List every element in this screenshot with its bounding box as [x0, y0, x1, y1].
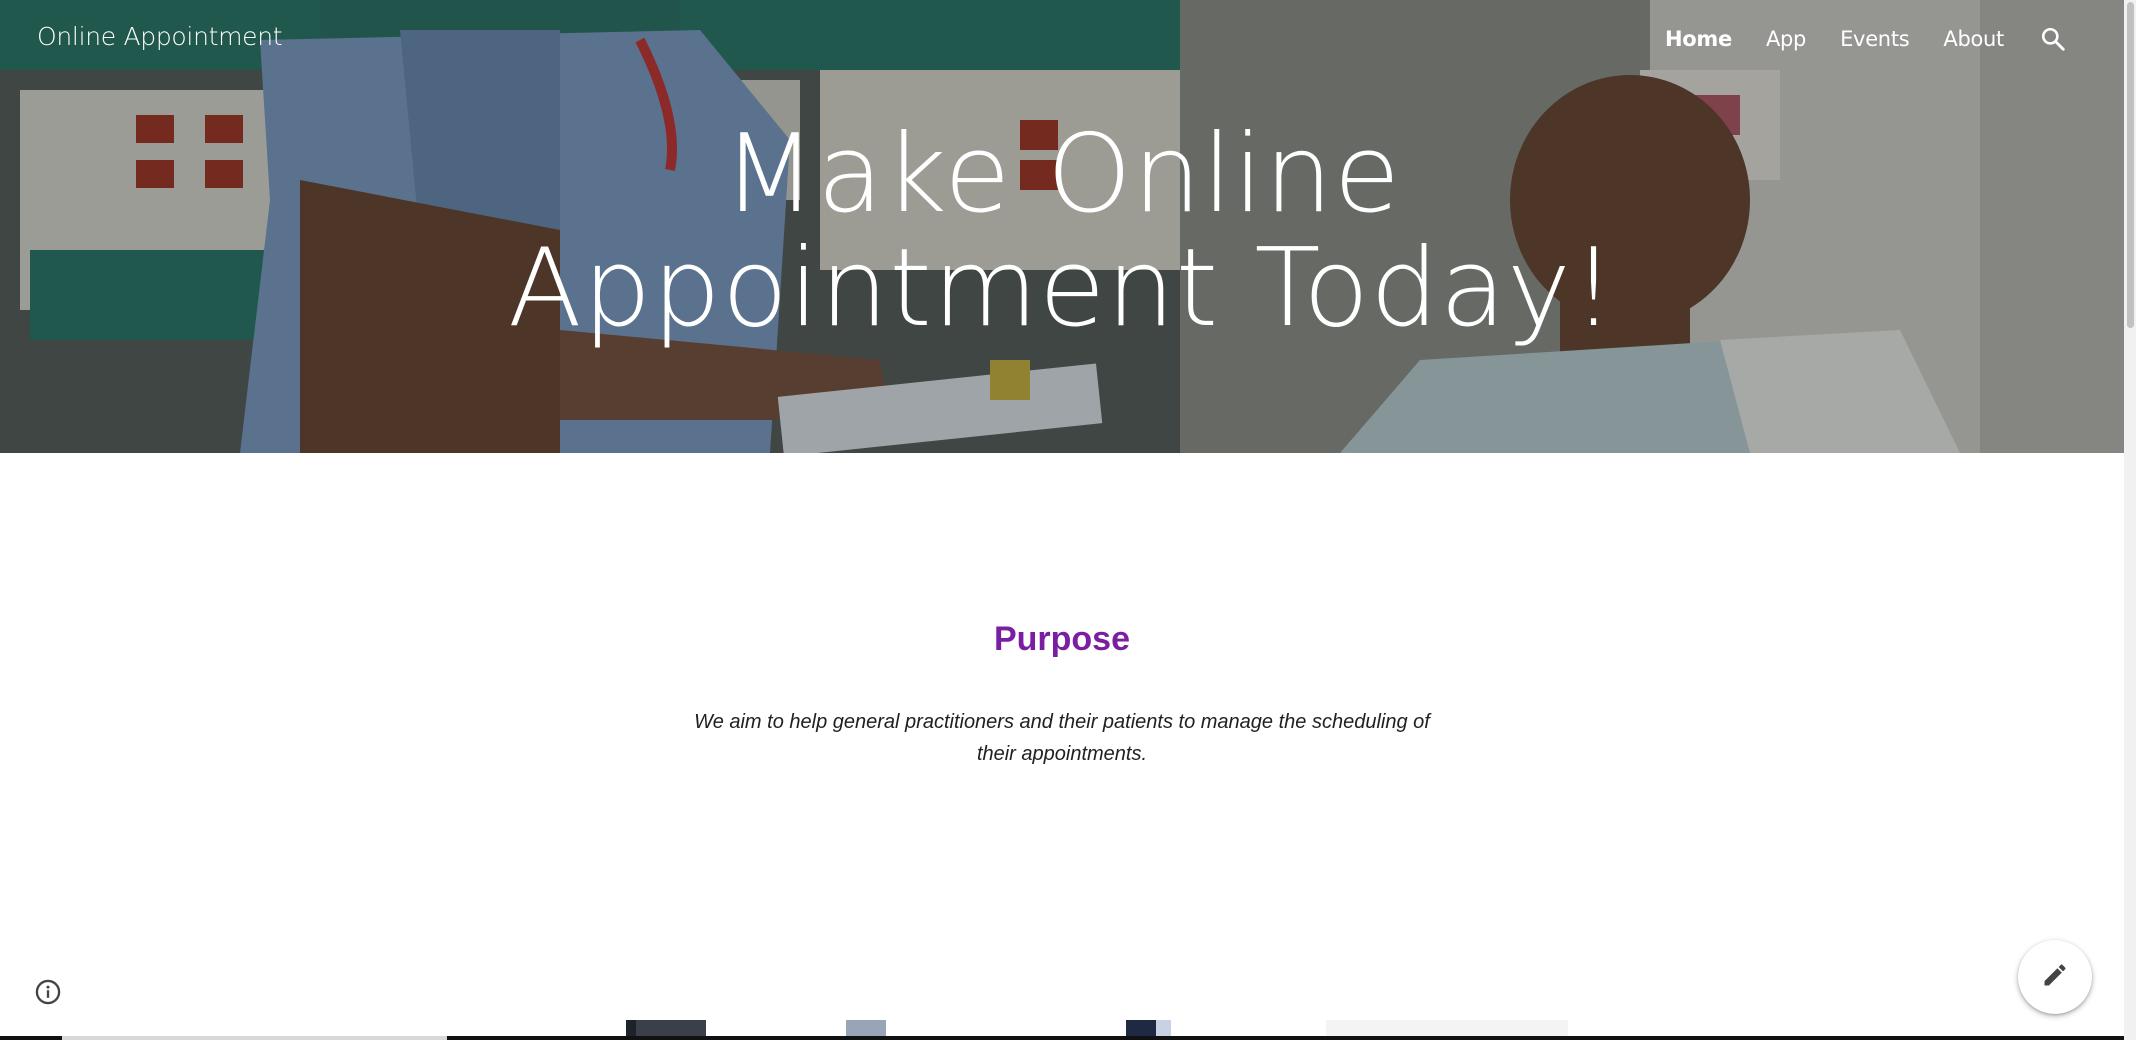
- pencil-icon: [2041, 961, 2069, 994]
- bottom-edge-segment: [62, 1036, 447, 1040]
- purpose-heading: Purpose: [993, 620, 1131, 658]
- purpose-description-line-2: their appointments.: [976, 743, 1148, 765]
- site-title[interactable]: Online Appointment: [37, 22, 283, 51]
- top-nav: Home App Events About: [1665, 24, 2068, 54]
- nav-item-home[interactable]: Home: [1665, 27, 1732, 51]
- hero-heading-line-1: Make Online: [722, 112, 1402, 237]
- nav-item-events[interactable]: Events: [1840, 27, 1910, 51]
- hero-heading-line-2: Appointment Today!: [507, 226, 1617, 351]
- purpose-description-line-1: We aim to help general practitioners and…: [694, 711, 1430, 733]
- bottom-edge: [0, 1036, 2124, 1040]
- nav-item-about[interactable]: About: [1943, 27, 2004, 51]
- nav-item-app[interactable]: App: [1766, 27, 1806, 51]
- search-icon[interactable]: [2038, 24, 2068, 54]
- hero-heading: Make Online Appointment Today!: [0, 118, 2124, 346]
- page-scrollbar[interactable]: [2124, 0, 2136, 1040]
- scrollbar-thumb[interactable]: [2127, 2, 2134, 328]
- edit-button[interactable]: [2018, 940, 2092, 1014]
- purpose-description: We aim to help general practitioners and…: [690, 706, 1434, 770]
- hero-banner: Online Appointment Home App Events About…: [0, 0, 2124, 453]
- info-icon[interactable]: [34, 978, 62, 1006]
